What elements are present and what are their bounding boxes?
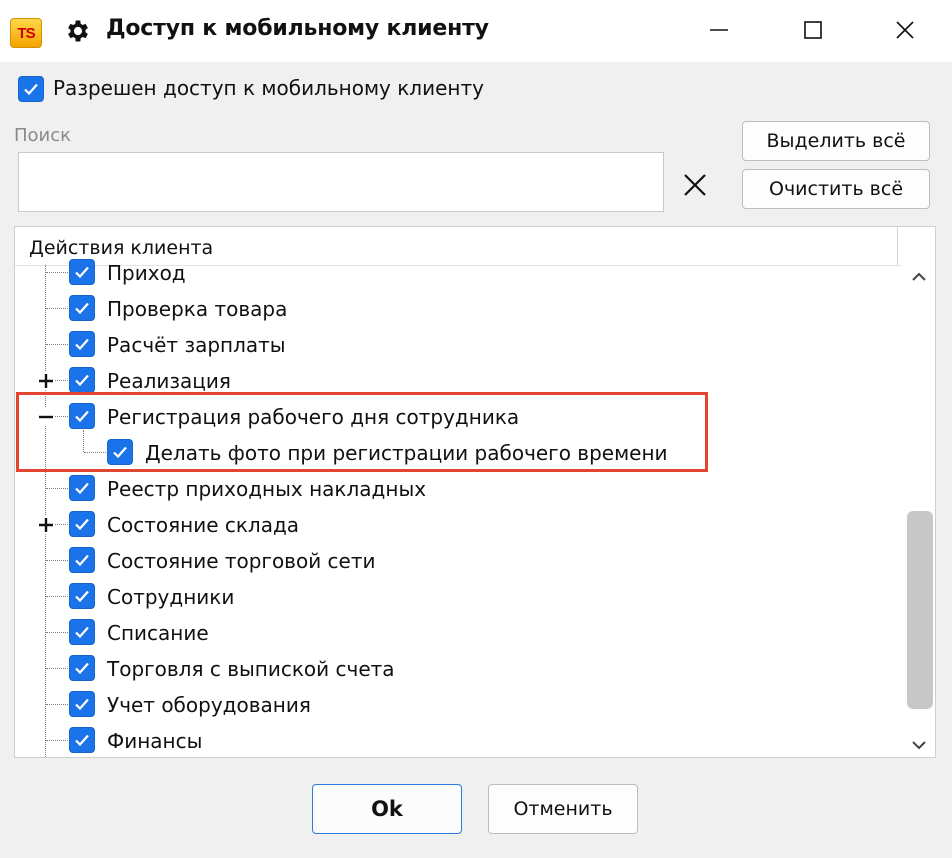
tree-item[interactable]: Расчёт зарплаты [15, 327, 895, 363]
tree-connector [46, 596, 68, 597]
highlight-frame [16, 392, 708, 472]
tree-connector [46, 740, 68, 741]
chevron-down-icon[interactable] [911, 739, 927, 751]
tree-item-label: Состояние склада [107, 513, 300, 537]
expand-icon[interactable] [37, 516, 55, 534]
tree-item-label: Состояние торговой сети [107, 549, 376, 573]
tree-item-label: Приход [107, 261, 186, 285]
window-title: Доступ к мобильному клиенту [106, 16, 489, 41]
tree-item[interactable]: Сотрудники [15, 579, 895, 615]
search-input[interactable] [18, 152, 664, 212]
tree-item-checkbox[interactable] [69, 727, 95, 753]
checkmark-icon [75, 518, 89, 531]
tree-item-label: Финансы [107, 729, 203, 753]
header-divider [897, 227, 898, 265]
checkmark-icon [75, 626, 89, 639]
search-label: Поиск [14, 125, 72, 146]
tree-connector [46, 560, 68, 561]
access-checkbox[interactable] [18, 76, 44, 102]
checkmark-icon [75, 302, 89, 315]
checkmark-icon [24, 83, 38, 96]
tree-item-label: Реестр приходных накладных [107, 477, 427, 501]
tree-connector [46, 344, 68, 345]
tree-item-checkbox[interactable] [69, 259, 95, 285]
checkmark-icon [75, 734, 89, 747]
tree-item-checkbox[interactable] [69, 475, 95, 501]
cancel-button[interactable]: Отменить [488, 784, 638, 834]
tree-item-checkbox[interactable] [69, 691, 95, 717]
tree-item[interactable]: Торговля с выпиской счета [15, 651, 895, 687]
checkmark-icon [75, 554, 89, 567]
tree-item[interactable]: Реестр приходных накладных [15, 471, 895, 507]
tree-connector [46, 704, 68, 705]
tree-connector [46, 668, 68, 669]
tree-item-label: Расчёт зарплаты [107, 333, 286, 357]
tree-item[interactable]: Приход [15, 255, 895, 291]
tree-item-checkbox[interactable] [69, 655, 95, 681]
scroll-thumb[interactable] [907, 511, 933, 709]
checkmark-icon [75, 662, 89, 675]
minimize-button[interactable] [696, 10, 742, 50]
tree-item[interactable]: Состояние склада [15, 507, 895, 543]
expand-icon[interactable] [37, 372, 55, 390]
checkmark-icon [75, 266, 89, 279]
tree-item-label: Реализация [107, 369, 231, 393]
tree-item[interactable]: Финансы [15, 723, 895, 757]
close-icon [896, 21, 914, 39]
access-label[interactable]: Разрешен доступ к мобильному клиенту [53, 76, 484, 100]
checkmark-icon [75, 482, 89, 495]
tree-item[interactable]: Проверка товара [15, 291, 895, 327]
maximize-icon [804, 21, 822, 39]
close-button[interactable] [882, 10, 928, 50]
chevron-up-icon[interactable] [911, 271, 927, 283]
tree-item-checkbox[interactable] [69, 619, 95, 645]
tree-item-checkbox[interactable] [69, 511, 95, 537]
tree-item-checkbox[interactable] [69, 547, 95, 573]
clear-all-button[interactable]: Очистить всё [742, 169, 930, 209]
tree-item-checkbox[interactable] [69, 295, 95, 321]
tree-item-label: Сотрудники [107, 585, 235, 609]
tree-item-checkbox[interactable] [69, 367, 95, 393]
tree-item-checkbox[interactable] [69, 331, 95, 357]
checkmark-icon [75, 374, 89, 387]
checkmark-icon [75, 698, 89, 711]
tree-connector [46, 308, 68, 309]
tree-item[interactable]: Учет оборудования [15, 687, 895, 723]
tree-item-label: Списание [107, 621, 209, 645]
tree-item[interactable]: Состояние торговой сети [15, 543, 895, 579]
checkmark-icon [75, 338, 89, 351]
tree-item-label: Проверка товара [107, 297, 288, 321]
tree-item-label: Торговля с выпиской счета [107, 657, 395, 681]
ok-button[interactable]: Ok [312, 784, 462, 834]
client-actions-tree[interactable]: Действия клиента Приход Проверка товара Ра… [14, 226, 936, 758]
tree-item[interactable]: Списание [15, 615, 895, 651]
tree-item-checkbox[interactable] [69, 583, 95, 609]
select-all-button[interactable]: Выделить всё [742, 121, 930, 161]
checkmark-icon [75, 590, 89, 603]
minimize-icon [710, 29, 728, 31]
scrollbar[interactable] [901, 265, 935, 757]
tree-item-label: Учет оборудования [107, 693, 311, 717]
title-bar: TS Доступ к мобильному клиенту [0, 0, 952, 62]
clear-search-icon[interactable] [680, 170, 710, 200]
tree-connector [46, 632, 68, 633]
app-logo: TS [10, 18, 42, 48]
tree-connector [46, 272, 68, 273]
tree-connector [46, 488, 68, 489]
maximize-button[interactable] [790, 10, 836, 50]
gear-icon [68, 20, 88, 42]
